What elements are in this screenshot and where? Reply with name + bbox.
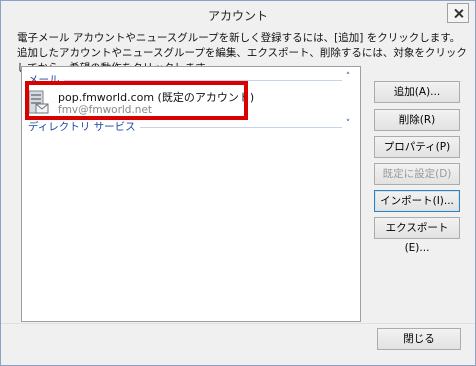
- group-header-directory[interactable]: ディレクトリ サービス ˅: [28, 117, 354, 134]
- title-bar: アカウント: [1, 1, 475, 27]
- close-button[interactable]: 閉じる: [377, 328, 461, 350]
- chevron-up-icon[interactable]: ˄: [342, 70, 354, 84]
- group-label-directory: ディレクトリ サービス: [28, 119, 140, 134]
- accounts-dialog: アカウント 電子メール アカウントやニュースグループを新しく登録するには、[追加…: [0, 0, 476, 366]
- import-button[interactable]: インポート(I)...: [374, 190, 460, 212]
- properties-button[interactable]: プロパティ(P): [374, 136, 460, 158]
- close-icon[interactable]: [447, 3, 469, 23]
- add-button[interactable]: 追加(A)...: [374, 81, 460, 103]
- export-button[interactable]: エクスポート(E)...: [374, 217, 460, 254]
- highlight-box: [25, 81, 248, 120]
- delete-button[interactable]: 削除(R): [374, 109, 460, 131]
- dialog-title: アカウント: [207, 9, 268, 23]
- chevron-down-icon[interactable]: ˅: [342, 117, 354, 131]
- set-default-button[interactable]: 既定に設定(D): [374, 163, 460, 185]
- footer-divider: [1, 323, 475, 324]
